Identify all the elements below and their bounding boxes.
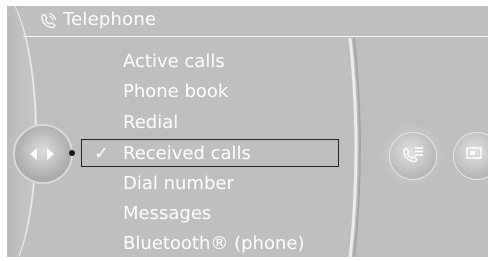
phone-menu-icon (403, 147, 423, 163)
menu-item-redial[interactable]: Redial (123, 109, 178, 137)
header: Telephone (7, 6, 488, 37)
checkmark-icon: ✓ (94, 143, 110, 164)
menu-item-phone-book[interactable]: Phone book (123, 78, 228, 106)
menu-item-dial-number[interactable]: Dial number (123, 170, 234, 198)
menu-item-messages[interactable]: Messages (123, 200, 211, 228)
media-button[interactable] (453, 132, 488, 180)
page-title: Telephone (63, 9, 157, 30)
menu-item-bluetooth-phone[interactable]: Bluetooth® (phone) (123, 230, 304, 257)
menu-item-received-calls[interactable]: ✓ Received calls (81, 139, 339, 167)
media-icon (466, 147, 482, 159)
menu-item-active-calls[interactable]: Active calls (123, 48, 225, 76)
arrow-right-icon (47, 148, 54, 160)
controller-left-right-icon[interactable] (13, 124, 75, 184)
phone-icon (41, 12, 57, 29)
menu-item-label: Received calls (123, 143, 251, 164)
header-divider (23, 36, 488, 37)
telephone-screen: Telephone Active calls Phone book Redial… (7, 6, 488, 257)
pointer-dot (69, 150, 75, 156)
arrow-left-icon (30, 148, 37, 160)
phone-menu-button[interactable] (389, 132, 437, 180)
scroll-arc (348, 37, 361, 257)
